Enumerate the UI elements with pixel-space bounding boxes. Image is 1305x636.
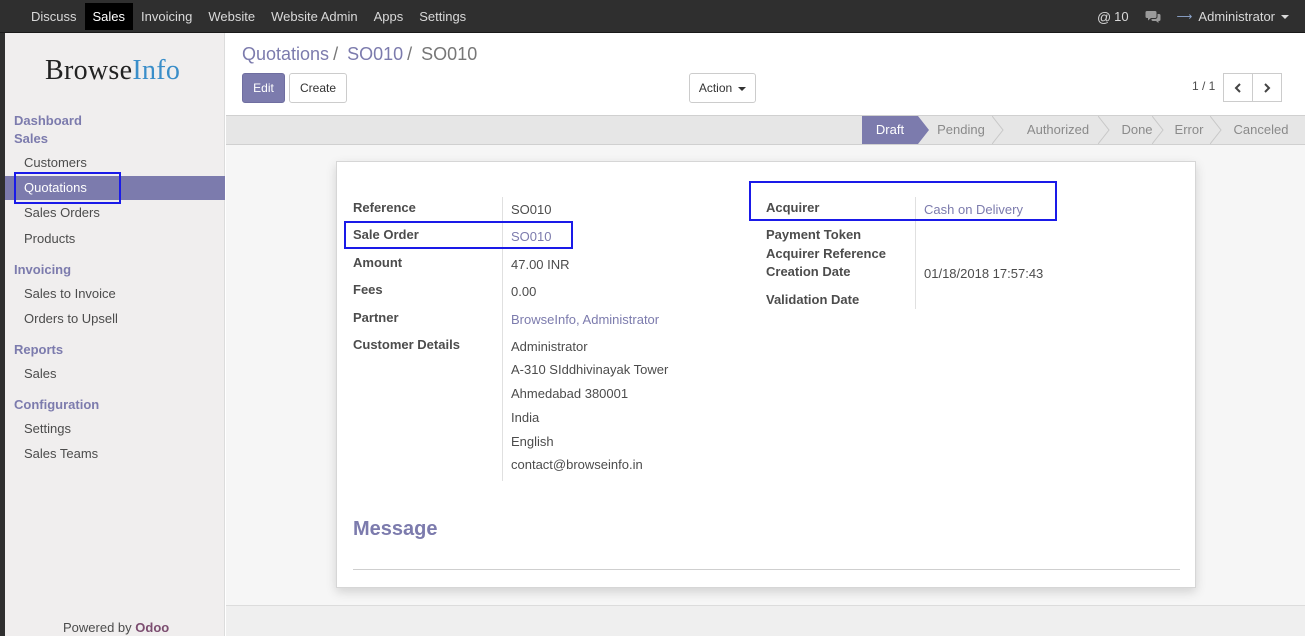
control-panel: Quotations / SO010/ SO010 Edit Create Act… [226, 33, 1305, 115]
pager-value[interactable]: 1 / 1 [1192, 79, 1215, 93]
sidebar-item-settings[interactable]: Settings [5, 417, 225, 441]
creation-date-value: 01/18/2018 17:57:43 [924, 266, 1044, 281]
powered-by: Powered by Odoo [63, 620, 170, 635]
stage-pending[interactable]: Pending [930, 116, 992, 144]
customer-details-label: Customer Details [353, 337, 460, 352]
systray: @ 10 ⟶ Administrator [1097, 0, 1305, 33]
sidebar-item-orders-to-upsell[interactable]: Orders to Upsell [5, 307, 225, 331]
stage-canceled[interactable]: Canceled [1222, 116, 1300, 144]
menu-website-admin[interactable]: Website Admin [263, 3, 365, 30]
menu-invoicing[interactable]: Invoicing [133, 3, 200, 30]
menu-discuss[interactable]: Discuss [23, 3, 85, 30]
pager-previous-button[interactable] [1223, 73, 1253, 102]
stage-arrow-icon [918, 116, 929, 144]
message-divider [353, 569, 1180, 570]
edit-button[interactable]: Edit [242, 73, 285, 103]
breadcrumb-so010[interactable]: SO010 [347, 44, 403, 64]
bottom-bar [226, 605, 1305, 636]
sidebar-item-reports-sales[interactable]: Sales [5, 362, 225, 386]
customer-detail-line: A-310 SIddhivinayak Tower [511, 362, 669, 377]
customer-detail-line: Administrator [511, 339, 588, 354]
top-navbar: Discuss Sales Invoicing Website Website … [0, 0, 1305, 33]
breadcrumb-current: SO010 [421, 44, 478, 64]
customer-detail-line: Ahmedabad 380001 [511, 386, 629, 401]
odoo-link[interactable]: Odoo [135, 620, 169, 635]
action-button[interactable]: Action [689, 73, 756, 103]
menu-apps[interactable]: Apps [366, 3, 412, 30]
app-menu: Discuss Sales Invoicing Website Website … [23, 0, 474, 33]
at-icon: @ [1096, 8, 1112, 25]
breadcrumb: Quotations / SO010/ SO010 [242, 44, 478, 64]
create-button[interactable]: Create [289, 73, 347, 103]
form-view: Reference SO010 Sale Order SO010 Amount … [226, 145, 1305, 605]
chevron-left-icon [1234, 82, 1241, 93]
message-title: Message [353, 518, 438, 540]
sidebar-head-invoicing[interactable]: Invoicing [14, 262, 71, 277]
payment-token-label: Payment Token [766, 227, 862, 242]
stage-authorized[interactable]: Authorized [1006, 116, 1110, 144]
sidebar-head-configuration[interactable]: Configuration [14, 397, 99, 412]
stage-separator-icon [1098, 116, 1110, 144]
partner-link[interactable]: BrowseInfo, Administrator [511, 312, 659, 327]
menu-settings[interactable]: Settings [411, 3, 474, 30]
caret-down-icon [1281, 14, 1289, 19]
status-bar: Draft Pending Authorized Done Error Canc… [226, 115, 1305, 145]
acquirer-reference-label: Acquirer Reference [766, 246, 886, 261]
sidebar-item-dashboard[interactable]: Dashboard [14, 113, 82, 128]
highlight-box-acquirer [749, 181, 1057, 221]
pager-next-button[interactable] [1252, 73, 1282, 102]
amount-label: Amount [353, 255, 403, 270]
caret-down-icon [738, 86, 747, 91]
reference-value: SO010 [511, 202, 552, 217]
menu-sales[interactable]: Sales [84, 3, 134, 30]
partner-label: Partner [353, 310, 399, 325]
sidebar: BrowseInfo Dashboard Sales Customers Quo… [5, 33, 225, 636]
company-logo: BrowseInfo [45, 55, 181, 86]
stage-separator-icon [1210, 116, 1222, 144]
mentions-button[interactable]: @ 10 [1097, 9, 1129, 25]
highlight-box-quotations [14, 172, 121, 204]
stage-error[interactable]: Error [1164, 116, 1214, 144]
reference-label: Reference [353, 200, 416, 215]
stage-separator-icon [992, 116, 1004, 144]
breadcrumb-quotations[interactable]: Quotations [242, 44, 329, 64]
stage-separator-icon [1152, 116, 1164, 144]
fees-label: Fees [353, 282, 383, 297]
user-status-icon: ⟶ [1176, 11, 1193, 23]
sidebar-item-sales-to-invoice[interactable]: Sales to Invoice [5, 282, 225, 306]
sidebar-head-reports[interactable]: Reports [14, 342, 63, 357]
highlight-box-sale-order [344, 221, 573, 249]
sidebar-item-sales-teams[interactable]: Sales Teams [5, 442, 225, 466]
validation-date-label: Validation Date [766, 292, 860, 307]
user-name: Administrator [1198, 9, 1275, 24]
sidebar-head-sales[interactable]: Sales [14, 131, 48, 146]
fees-value: 0.00 [511, 284, 537, 299]
customer-detail-line: English [511, 434, 554, 449]
menu-website[interactable]: Website [200, 3, 263, 30]
creation-date-label: Creation Date [766, 264, 851, 279]
chevron-right-icon [1264, 82, 1271, 93]
user-menu[interactable]: ⟶ Administrator [1177, 9, 1289, 24]
mentions-count: 10 [1114, 9, 1129, 24]
stage-draft[interactable]: Draft [862, 116, 918, 144]
chat-icon[interactable] [1145, 10, 1161, 24]
form-sheet: Reference SO010 Sale Order SO010 Amount … [336, 161, 1196, 588]
amount-value: 47.00 INR [511, 257, 570, 272]
customer-detail-line: contact@browseinfo.in [511, 457, 643, 472]
sidebar-item-products[interactable]: Products [5, 227, 225, 251]
customer-detail-line: India [511, 410, 540, 425]
sidebar-item-sales-orders[interactable]: Sales Orders [5, 201, 225, 225]
